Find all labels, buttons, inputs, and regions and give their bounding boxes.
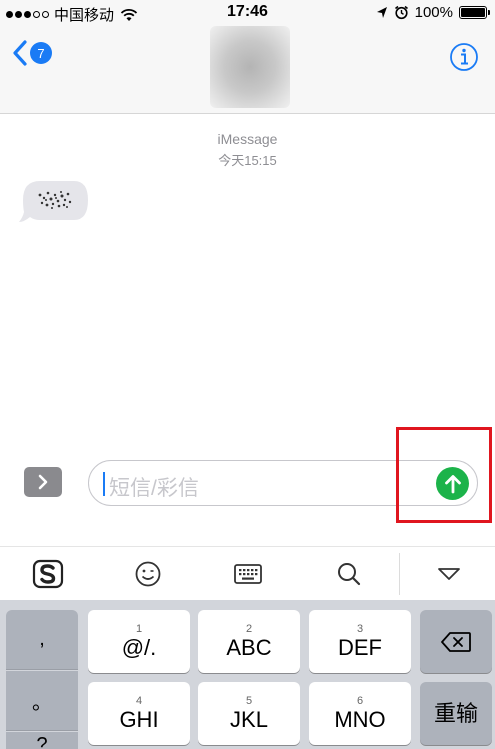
key-1[interactable]: 1 @/.	[88, 610, 190, 673]
key-label: GHI	[119, 706, 159, 732]
keyboard: , 。 ? 1 @/. 2 ABC 3 DEF 4 GHI 5 JKL 6 MN…	[0, 600, 495, 749]
key-label: 。	[32, 692, 52, 714]
text-cursor	[103, 472, 105, 496]
key-label: ?	[36, 734, 48, 749]
sogou-logo-button[interactable]	[32, 558, 64, 590]
battery-percent: 100%	[414, 4, 453, 21]
sogou-logo-icon	[32, 559, 64, 589]
key-number: 1	[135, 622, 143, 635]
key-number: 2	[245, 622, 253, 635]
battery-fill	[461, 8, 485, 17]
reset-input-key[interactable]: 重输	[420, 682, 492, 745]
send-button-highlight	[396, 427, 492, 523]
back-button[interactable]: 7	[12, 40, 52, 66]
key-number: 4	[135, 694, 143, 707]
expand-apps-button[interactable]	[24, 467, 62, 497]
punctuation-key-period[interactable]: 。	[6, 671, 78, 731]
battery-icon	[459, 6, 490, 19]
keyboard-icon	[234, 564, 262, 584]
key-label: 重输	[433, 700, 478, 726]
collapse-icon	[438, 568, 460, 580]
emoji-button[interactable]	[132, 558, 164, 590]
toolbar-divider	[399, 553, 400, 595]
key-3[interactable]: 3 DEF	[309, 610, 411, 673]
key-6[interactable]: 6 MNO	[309, 682, 411, 745]
punctuation-key-comma[interactable]: ,	[6, 610, 78, 670]
status-bar: 中国移动 17:46 100%	[0, 0, 495, 26]
keyboard-toolbar	[0, 546, 495, 600]
search-button[interactable]	[333, 558, 365, 590]
incoming-message-bubble[interactable]	[18, 179, 90, 224]
service-label: iMessage	[217, 131, 278, 147]
alarm-clock-icon	[394, 5, 408, 20]
status-right: 100%	[376, 4, 490, 21]
punctuation-key-question[interactable]: ?	[6, 732, 78, 749]
contact-avatar[interactable]	[210, 26, 290, 108]
location-arrow-icon	[376, 7, 387, 18]
key-number: 6	[356, 694, 364, 707]
info-icon[interactable]	[449, 42, 479, 72]
nav-bar: 7	[0, 26, 495, 114]
key-label: DEF	[338, 634, 382, 660]
key-5[interactable]: 5 JKL	[198, 682, 300, 745]
collapse-keyboard-button[interactable]	[433, 558, 465, 590]
message-input-placeholder: 短信/彩信	[109, 477, 199, 500]
delete-key[interactable]	[420, 610, 492, 673]
chevron-right-icon	[38, 474, 48, 490]
backspace-icon	[441, 631, 471, 652]
key-number: 5	[245, 694, 253, 707]
keyboard-switch-button[interactable]	[232, 558, 264, 590]
emoji-icon	[135, 561, 161, 587]
key-4[interactable]: 4 GHI	[88, 682, 190, 745]
key-2[interactable]: 2 ABC	[198, 610, 300, 673]
key-label: ABC	[226, 634, 272, 660]
chevron-left-icon	[13, 40, 27, 66]
unread-count-badge: 7	[30, 42, 52, 64]
conversation-area: iMessage 今天15:15	[0, 115, 495, 450]
message-timestamp: 今天15:15	[218, 153, 277, 168]
key-number: 3	[356, 622, 364, 635]
search-icon	[338, 563, 361, 586]
key-label: MNO	[334, 706, 386, 732]
key-label: JKL	[230, 706, 268, 732]
key-label: @/.	[121, 634, 157, 660]
key-label: ,	[39, 628, 45, 650]
